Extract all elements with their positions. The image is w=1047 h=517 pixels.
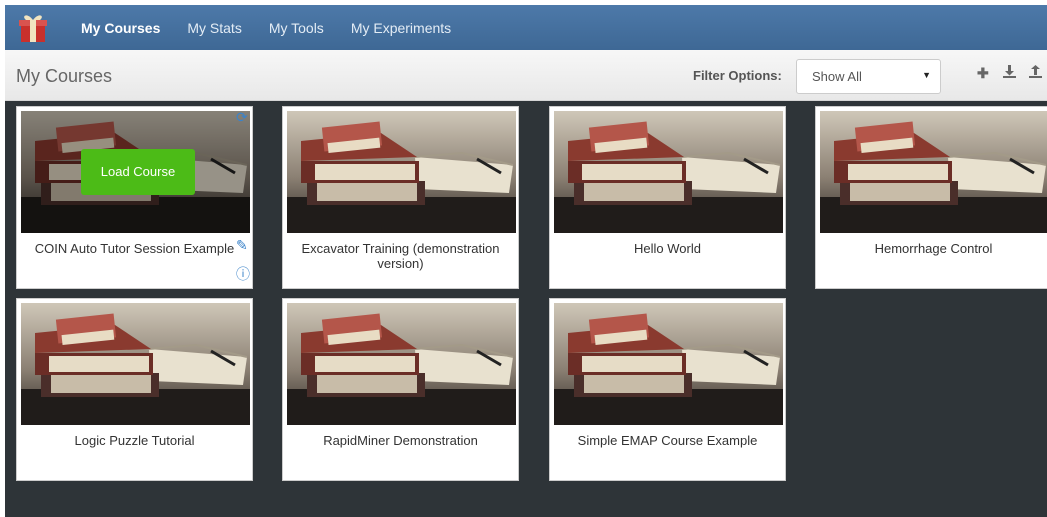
nav-my-stats[interactable]: My Stats (187, 20, 241, 36)
course-card[interactable]: Logic Puzzle Tutorial (16, 298, 253, 481)
course-thumbnail[interactable] (287, 111, 516, 233)
course-thumbnail[interactable] (287, 303, 516, 425)
download-icon[interactable] (1003, 65, 1016, 81)
course-title: Logic Puzzle Tutorial (74, 433, 195, 448)
course-card[interactable]: RapidMiner Demonstration (282, 298, 519, 481)
course-thumbnail[interactable] (554, 303, 783, 425)
load-course-button[interactable]: Load Course (81, 149, 195, 195)
filter-select-value: Show All (812, 69, 862, 84)
course-title: Simple EMAP Course Example (577, 433, 758, 448)
upload-icon[interactable] (1029, 65, 1042, 81)
plus-icon[interactable]: ✚ (977, 65, 989, 82)
filter-select[interactable]: Show All ▼ (796, 59, 941, 94)
gift-logo-icon[interactable] (11, 5, 55, 50)
navbar: My Courses My Stats My Tools My Experime… (5, 5, 1047, 50)
course-thumbnail[interactable]: Load Course (21, 111, 250, 233)
caret-down-icon: ▼ (922, 70, 931, 80)
pencil-icon[interactable]: ✎ (236, 237, 248, 254)
filter-label: Filter Options: (693, 68, 782, 83)
course-card[interactable]: Simple EMAP Course Example (549, 298, 786, 481)
page-title: My Courses (16, 66, 113, 86)
nav-my-courses[interactable]: My Courses (81, 20, 160, 36)
course-thumbnail[interactable] (820, 111, 1047, 233)
course-thumbnail[interactable] (21, 303, 250, 425)
info-icon[interactable]: ⓘ (236, 264, 250, 284)
course-title: Hello World (634, 241, 701, 256)
course-thumbnail[interactable] (554, 111, 783, 233)
course-card[interactable]: Hemorrhage Control (815, 106, 1047, 289)
toolbar: My Courses Filter Options: Show All ▼ ✚ (5, 50, 1047, 101)
refresh-icon[interactable]: ⟳ (236, 109, 248, 126)
course-title: Hemorrhage Control (874, 241, 993, 256)
course-title: Excavator Training (demonstration versio… (301, 241, 500, 271)
nav-my-tools[interactable]: My Tools (269, 20, 324, 36)
course-title: RapidMiner Demonstration (323, 433, 478, 448)
course-card[interactable]: Hello World (549, 106, 786, 289)
course-grid: Load Course COIN Auto Tutor Session Examp… (5, 101, 1047, 517)
nav-my-experiments[interactable]: My Experiments (351, 20, 451, 36)
course-card[interactable]: Excavator Training (demonstration versio… (282, 106, 519, 289)
course-card[interactable]: Load Course COIN Auto Tutor Session Examp… (16, 106, 253, 289)
course-title: COIN Auto Tutor Session Example (34, 241, 235, 256)
